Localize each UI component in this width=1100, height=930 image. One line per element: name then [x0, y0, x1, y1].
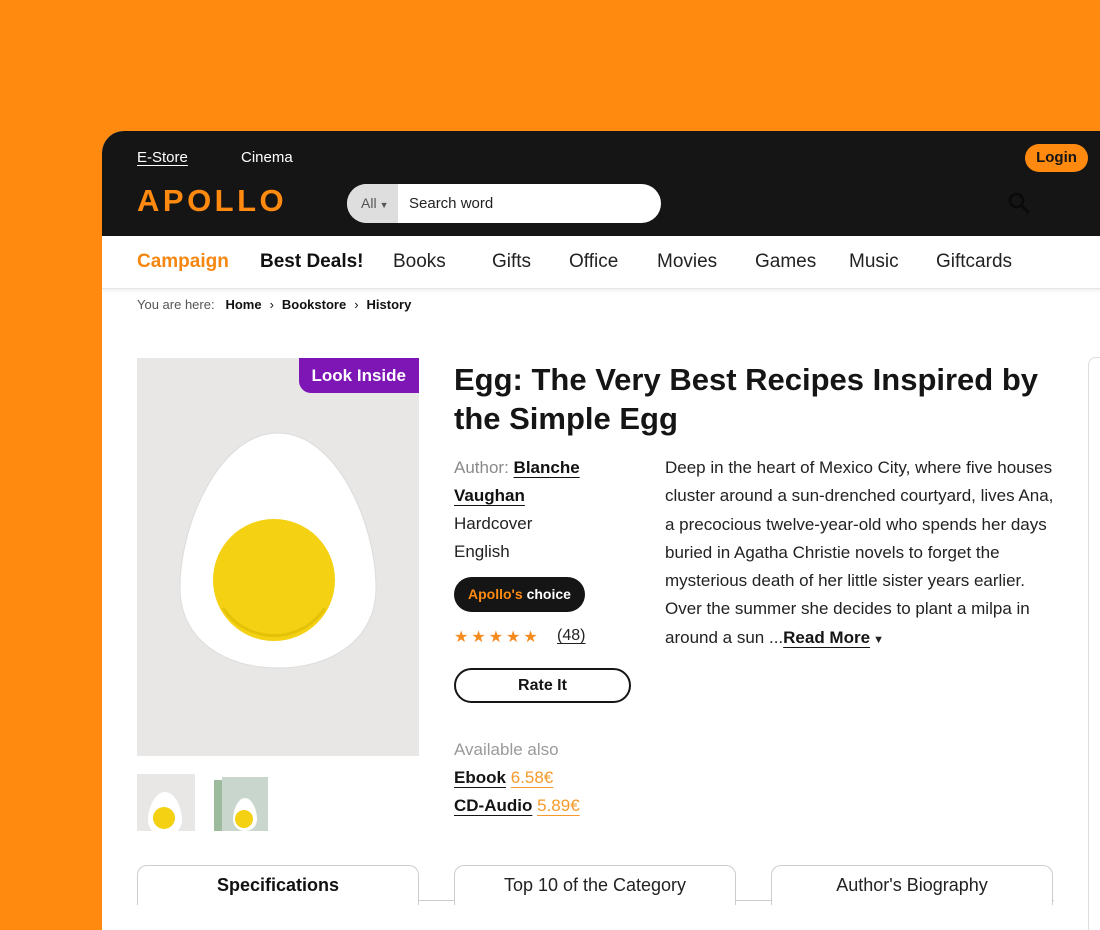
nav-item-music[interactable]: Music: [849, 251, 899, 273]
search-bar: All ▼: [347, 184, 661, 223]
nav-item-gifts[interactable]: Gifts: [492, 251, 531, 273]
search-scope-label: All: [361, 195, 377, 211]
star-icon: ★: [471, 629, 489, 646]
star-icon: ★: [454, 629, 472, 646]
search-input[interactable]: [398, 184, 661, 223]
breadcrumb: You are here: Home › Bookstore › History: [137, 297, 411, 312]
chevron-right-icon: ›: [269, 297, 274, 312]
nav-item-campaign[interactable]: Campaign: [137, 251, 229, 273]
format-name: CD-Audio: [454, 796, 533, 815]
author-label: Author:: [454, 458, 509, 477]
language-text: English: [454, 542, 510, 561]
chevron-right-icon: ›: [354, 297, 359, 312]
rate-it-button[interactable]: Rate It: [454, 668, 631, 703]
format-name: Ebook: [454, 768, 506, 787]
book-thumbnail-image: [214, 777, 268, 831]
nav-item-books[interactable]: Books: [393, 251, 446, 273]
thumbnail-cover[interactable]: [137, 774, 195, 831]
nav-item-office[interactable]: Office: [569, 251, 618, 273]
format-price: 6.58€: [510, 768, 554, 787]
search-icon[interactable]: [1007, 191, 1031, 215]
star-rating[interactable]: ★★★★★: [454, 627, 541, 647]
apollos-choice-badge: Apollo's choice: [454, 577, 585, 612]
badge-brand: Apollo's: [468, 586, 523, 602]
format-ebook[interactable]: Ebook 6.58€: [454, 768, 553, 788]
nav-item-games[interactable]: Games: [755, 251, 816, 273]
badge-suffix: choice: [526, 586, 571, 602]
product-title: Egg: The Very Best Recipes Inspired by t…: [454, 362, 1039, 436]
binding-text: Hardcover: [454, 514, 533, 533]
read-more-link[interactable]: Read More: [783, 628, 870, 647]
look-inside-button[interactable]: Look Inside: [298, 358, 419, 393]
breadcrumb-home[interactable]: Home: [225, 297, 261, 312]
side-panel-edge: [1088, 357, 1100, 930]
egg-illustration: [179, 432, 377, 669]
product-description: Deep in the heart of Mexico City, where …: [665, 454, 1060, 654]
breadcrumb-bookstore[interactable]: Bookstore: [282, 297, 346, 312]
nav-item-giftcards[interactable]: Giftcards: [936, 251, 1012, 273]
nav-item-movies[interactable]: Movies: [657, 251, 717, 273]
top-bar: E-Store Cinema Login APOLLO All ▼: [102, 131, 1100, 236]
available-also-label: Available also: [454, 740, 559, 759]
review-count-link[interactable]: (48): [557, 627, 585, 645]
star-icon: ★: [488, 629, 507, 646]
login-button[interactable]: Login: [1025, 144, 1088, 172]
tab-author-biography[interactable]: Author's Biography: [771, 865, 1053, 905]
tab-specifications[interactable]: Specifications: [137, 865, 419, 905]
search-scope-dropdown[interactable]: All ▼: [347, 184, 398, 223]
star-icon: ★: [523, 629, 541, 646]
description-text: Deep in the heart of Mexico City, where …: [665, 458, 1054, 647]
chevron-down-icon: ▼: [379, 200, 389, 210]
main-nav: Campaign Best Deals! Books Gifts Office …: [102, 236, 1100, 289]
browser-window: E-Store Cinema Login APOLLO All▼ Campaig…: [102, 131, 1100, 930]
apollo-logo[interactable]: APOLLO: [137, 183, 287, 219]
cinema-link[interactable]: Cinema: [241, 149, 293, 166]
product-meta: Author: Blanche Vaughan Hardcover Englis…: [454, 454, 629, 566]
book-cover[interactable]: Look Inside: [137, 358, 419, 756]
breadcrumb-prefix: You are here:: [137, 297, 215, 312]
tab-top-10-category[interactable]: Top 10 of the Category: [454, 865, 736, 905]
format-cd-audio[interactable]: CD-Audio 5.89€: [454, 796, 580, 816]
nav-item-best-deals[interactable]: Best Deals!: [260, 251, 364, 273]
star-icon: ★: [506, 629, 524, 646]
thumbnail-book-side[interactable]: [212, 774, 270, 831]
breadcrumb-history[interactable]: History: [367, 297, 412, 312]
chevron-down-icon: ▼: [873, 633, 884, 646]
format-price: 5.89€: [537, 796, 580, 815]
estore-link[interactable]: E-Store: [137, 149, 188, 166]
egg-thumbnail-image: [148, 792, 182, 831]
